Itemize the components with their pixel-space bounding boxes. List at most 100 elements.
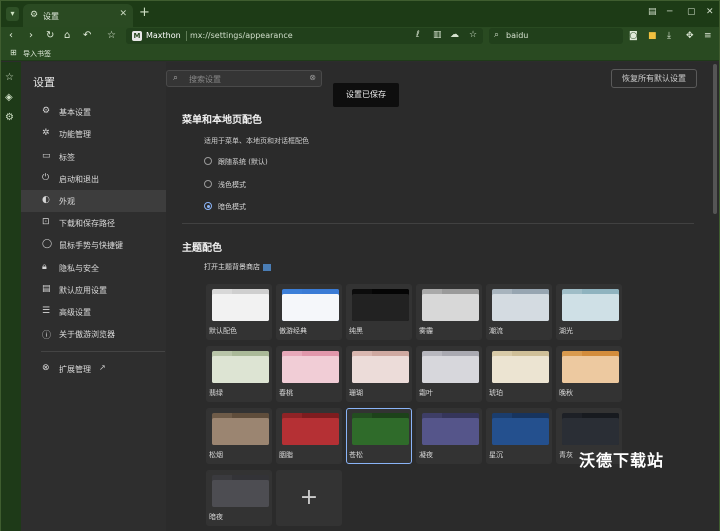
theme-card[interactable]: 湖光	[556, 284, 622, 340]
theme-preview	[562, 289, 619, 321]
theme-card[interactable]: 晚秋	[556, 346, 622, 402]
forward-button[interactable]: ›	[29, 29, 33, 43]
download-icon[interactable]: ⤓	[667, 29, 671, 43]
theme-card[interactable]: 暗夜	[206, 470, 272, 526]
close-window-button[interactable]: ✕	[706, 7, 714, 17]
browser-window: ▾ ⚙ 设置 ✕ + ▤ ─ ▢ ✕ ‹ › ↻ ⌂ ↶ ☆ M Maxthon…	[0, 0, 720, 531]
theme-store-link[interactable]: 打开主题背景商店	[204, 262, 271, 272]
notes-icon[interactable]: ■	[648, 29, 657, 43]
reader-icon[interactable]: ▥	[433, 30, 442, 40]
power-icon: ⏻	[42, 173, 50, 183]
add-theme-button[interactable]: +	[276, 470, 342, 526]
theme-label: 星沉	[489, 451, 503, 459]
nav-downloads[interactable]: ⊡ 下载和保存路径	[21, 212, 166, 234]
theme-card[interactable]: 苍松	[346, 408, 412, 464]
info-icon: ⓘ	[42, 331, 52, 341]
back-button[interactable]: ‹	[9, 29, 13, 43]
address-bar[interactable]: M Maxthon mx://settings/appearance ℓ ▥ ☁…	[126, 28, 483, 44]
import-bookmarks-link[interactable]: 导入书签	[23, 49, 51, 59]
nav-default-apps[interactable]: ▤ 默认应用设置	[21, 279, 166, 301]
theme-card[interactable]: 霜叶	[416, 346, 482, 402]
theme-preview	[352, 413, 409, 445]
new-tab-button[interactable]: +	[139, 6, 150, 20]
star-icon[interactable]: ☆	[107, 29, 116, 43]
undo-button[interactable]: ↶	[83, 29, 91, 43]
theme-card[interactable]: 雾霾	[416, 284, 482, 340]
bookmark-icon[interactable]: ☆	[469, 30, 477, 40]
maximize-button[interactable]: ▢	[687, 7, 696, 17]
sliders-icon: ☰	[42, 306, 51, 316]
scrollbar-thumb[interactable]	[713, 64, 717, 214]
extensions-icon[interactable]: ✥	[686, 29, 694, 43]
lock-icon: 🔒︎	[42, 262, 47, 272]
nav-label: 标签	[59, 153, 75, 162]
screenshot-icon[interactable]: ◙	[629, 29, 638, 43]
theme-preview	[212, 351, 269, 383]
reset-defaults-button[interactable]: 恢复所有默认设置	[611, 69, 697, 88]
close-tab-icon[interactable]: ✕	[119, 9, 127, 19]
nav-mouse-gestures[interactable]: ◯ 鼠标手势与快捷键	[21, 234, 166, 256]
theme-card[interactable]: 潮流	[486, 284, 552, 340]
nav-label: 扩展管理	[59, 365, 91, 374]
theme-card[interactable]: 珊瑚	[346, 346, 412, 402]
theme-card[interactable]: 凝夜	[416, 408, 482, 464]
translate-icon[interactable]: ℓ	[416, 30, 420, 40]
theme-label: 松烟	[209, 451, 223, 459]
theme-card[interactable]: 春桃	[276, 346, 342, 402]
settings-search-input[interactable]: ⌕ 搜索设置 ⊗	[166, 70, 322, 87]
theme-card[interactable]: 翡绿	[206, 346, 272, 402]
home-button[interactable]: ⌂	[64, 29, 70, 43]
theme-preview	[492, 289, 549, 321]
settings-title: 设置	[33, 76, 55, 89]
nav-basic-settings[interactable]: ⚙ 基本设置	[21, 101, 166, 123]
theme-preview	[352, 351, 409, 383]
settings-sidebar: 设置 ⚙ 基本设置 ✲ 功能管理 ▭ 标签 ⏻ 启动和退出 ◐ 外观 ⊡ 下载和…	[21, 62, 166, 531]
theme-card[interactable]: 傲游经典	[276, 284, 342, 340]
tab-icon: ▭	[42, 151, 51, 161]
tab-overview-icon[interactable]: ▤	[648, 7, 657, 17]
minimize-button[interactable]: ─	[667, 7, 672, 17]
nav-label: 启动和退出	[59, 175, 99, 184]
theme-label: 纯黑	[349, 327, 363, 335]
clear-search-icon[interactable]: ⊗	[309, 73, 316, 82]
nav-privacy-security[interactable]: 🔒︎ 隐私与安全	[21, 257, 166, 279]
theme-label: 珊瑚	[349, 389, 363, 397]
extension-icon[interactable]: ☁	[450, 30, 459, 40]
settings-icon[interactable]: ⚙	[5, 112, 14, 123]
theme-preview	[562, 351, 619, 383]
cube-icon[interactable]: ◈	[5, 92, 13, 103]
nav-about[interactable]: ⓘ 关于傲游浏览器	[21, 323, 166, 345]
reload-button[interactable]: ↻	[46, 29, 54, 43]
theme-label: 胭脂	[279, 451, 293, 459]
nav-extensions[interactable]: ⊗ 扩展管理 ↗	[21, 358, 166, 380]
theme-preview	[562, 413, 619, 445]
theme-store-label: 打开主题背景商店	[204, 263, 260, 271]
nav-advanced[interactable]: ☰ 高级设置	[21, 301, 166, 323]
address-separator	[186, 31, 187, 41]
nav-tabs[interactable]: ▭ 标签	[21, 146, 166, 168]
menu-icon[interactable]: ≡	[704, 29, 712, 43]
theme-card[interactable]: 纯黑	[346, 284, 412, 340]
theme-card[interactable]: 胭脂	[276, 408, 342, 464]
browser-menu-button[interactable]: ▾	[6, 7, 19, 21]
theme-card[interactable]: 松烟	[206, 408, 272, 464]
theme-card[interactable]: 默认配色	[206, 284, 272, 340]
url-text[interactable]: mx://settings/appearance	[190, 31, 293, 40]
nav-label: 下载和保存路径	[59, 219, 115, 228]
tab-settings[interactable]: ⚙ 设置 ✕	[23, 4, 133, 27]
search-placeholder: 搜索设置	[189, 75, 221, 84]
theme-preview	[282, 351, 339, 383]
store-icon	[263, 263, 271, 271]
radio-dot	[204, 180, 212, 188]
nav-label: 关于傲游浏览器	[59, 330, 115, 339]
nav-appearance[interactable]: ◐ 外观	[21, 190, 166, 212]
theme-card[interactable]: 星沉	[486, 408, 552, 464]
favorites-icon[interactable]: ☆	[5, 72, 14, 83]
nav-label: 默认应用设置	[59, 286, 107, 295]
maxthon-logo-icon: M	[132, 31, 142, 41]
main-scrollbar[interactable]	[711, 62, 719, 531]
theme-card[interactable]: 琥珀	[486, 346, 552, 402]
nav-startup-exit[interactable]: ⏻ 启动和退出	[21, 168, 166, 190]
nav-feature-management[interactable]: ✲ 功能管理	[21, 123, 166, 145]
search-box[interactable]: ⌕ baidu	[489, 28, 623, 44]
